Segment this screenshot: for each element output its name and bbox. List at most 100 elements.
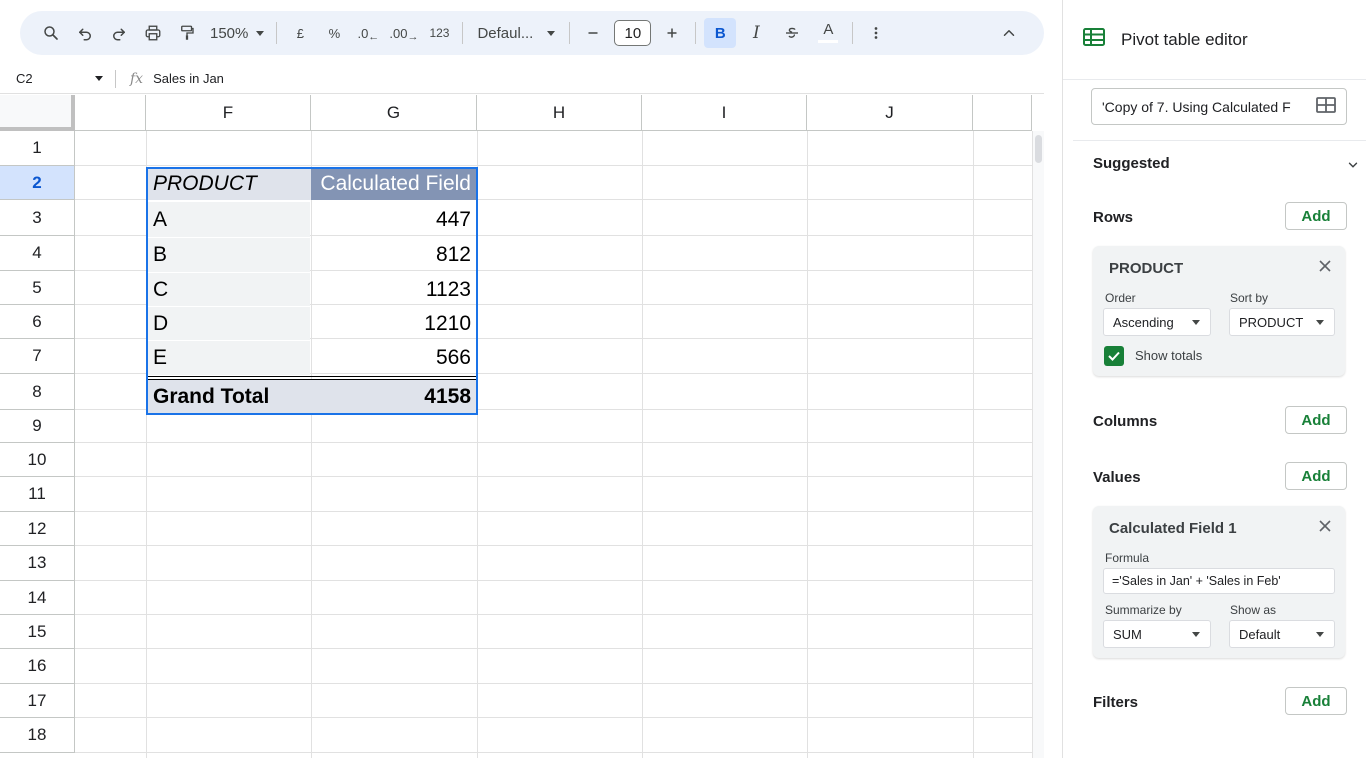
summarize-by-select[interactable]: SUM [1103, 620, 1211, 648]
font-size-increase-button[interactable] [657, 18, 687, 48]
row-header-12[interactable]: 12 [0, 512, 75, 546]
font-size-input[interactable]: 10 [614, 20, 652, 46]
row-header-17[interactable]: 17 [0, 684, 75, 718]
pivot-value-cell[interactable]: 1123 [311, 273, 477, 306]
row-header-13[interactable]: 13 [0, 546, 75, 581]
grid-line [75, 165, 1032, 166]
pivot-value-cell[interactable]: 447 [311, 202, 477, 237]
pivot-product-cell[interactable]: D [147, 307, 310, 340]
font-select[interactable]: Defaul... [469, 25, 563, 42]
text-color-swatch [818, 40, 839, 43]
show-totals-label: Show totals [1135, 348, 1203, 363]
text-color-button[interactable]: A [812, 18, 844, 48]
undo-icon[interactable] [70, 18, 100, 48]
increase-decimal-button[interactable]: .00 → [387, 18, 420, 48]
row-header-7[interactable]: 7 [0, 339, 75, 374]
chevron-down-icon [1192, 631, 1200, 637]
paint-format-icon[interactable] [172, 18, 202, 48]
grand-total-label[interactable]: Grand Total [147, 380, 311, 414]
row-header-4[interactable]: 4 [0, 236, 75, 271]
row-header-3[interactable]: 3 [0, 200, 75, 236]
row-header-14[interactable]: 14 [0, 581, 75, 615]
pivot-product-cell[interactable]: A [147, 202, 310, 237]
chevron-down-icon[interactable] [1346, 158, 1360, 177]
data-range-value: 'Copy of 7. Using Calculated F [1102, 98, 1291, 115]
show-as-value: Default [1239, 626, 1281, 642]
percent-format-button[interactable]: % [319, 18, 349, 48]
bold-button[interactable]: B [704, 18, 737, 48]
close-icon[interactable] [1315, 256, 1335, 276]
value-field-card: Calculated Field 1 Formula ='Sales in Ja… [1093, 506, 1345, 658]
currency-format-button[interactable]: £ [285, 18, 315, 48]
row-header-18[interactable]: 18 [0, 718, 75, 753]
row-header-6[interactable]: 6 [0, 305, 75, 339]
search-icon[interactable] [36, 18, 66, 48]
scrollbar-thumb[interactable] [1035, 135, 1042, 163]
column-header[interactable] [973, 95, 1032, 131]
more-options-icon[interactable] [861, 18, 891, 48]
number-format-button[interactable]: 123 [424, 18, 454, 48]
columns-label: Columns [1093, 413, 1158, 430]
column-header-f[interactable]: F [146, 95, 311, 131]
show-as-select[interactable]: Default [1229, 620, 1335, 648]
row-header-15[interactable]: 15 [0, 615, 75, 649]
column-header-i[interactable]: I [642, 95, 807, 131]
row-header-9[interactable]: 9 [0, 410, 75, 443]
order-select[interactable]: Ascending [1103, 308, 1211, 336]
select-all-corner[interactable] [0, 95, 75, 131]
decrease-decimal-button[interactable]: .0 ← [353, 18, 383, 48]
redo-icon[interactable] [104, 18, 134, 48]
grand-total-value[interactable]: 4158 [311, 380, 477, 414]
pivot-value-cell[interactable]: 1210 [311, 307, 477, 340]
fx-icon: fx [130, 70, 144, 87]
italic-button[interactable]: I [740, 18, 772, 48]
column-header[interactable] [75, 95, 146, 131]
pivot-value-cell[interactable]: 566 [311, 341, 477, 375]
chevron-up-icon[interactable] [994, 18, 1024, 48]
pivot-product-cell[interactable]: C [147, 273, 310, 306]
text-color-label: A [823, 21, 834, 38]
font-size-decrease-button[interactable] [578, 18, 608, 48]
pivot-header-calculated-field[interactable]: Calculated Field [311, 168, 477, 200]
column-header-g[interactable]: G [311, 95, 477, 131]
grid-select-icon[interactable] [1316, 97, 1336, 116]
strikethrough-icon[interactable] [776, 18, 808, 48]
row-header-10[interactable]: 10 [0, 443, 75, 477]
row-header-5[interactable]: 5 [0, 271, 75, 305]
sort-by-label: Sort by [1230, 291, 1269, 305]
grid-line [75, 717, 1032, 718]
pivot-header-product[interactable]: PRODUCT [147, 168, 311, 200]
column-header-j[interactable]: J [807, 95, 973, 131]
row-header-2[interactable]: 2 [0, 166, 75, 200]
formula-field[interactable]: ='Sales in Jan' + 'Sales in Feb' [1103, 568, 1335, 594]
summarize-by-value: SUM [1113, 626, 1142, 642]
pivot-product-cell[interactable]: E [147, 341, 310, 375]
grid-line [75, 648, 1032, 649]
row-header-16[interactable]: 16 [0, 649, 75, 684]
pivot-value-cell[interactable]: 812 [311, 238, 477, 272]
grid-line [75, 614, 1032, 615]
row-header-11[interactable]: 11 [0, 477, 75, 512]
add-filter-button[interactable]: Add [1285, 687, 1347, 715]
add-value-button[interactable]: Add [1285, 462, 1347, 490]
increase-decimal-label: .00 [389, 25, 408, 41]
sort-by-select[interactable]: PRODUCT [1229, 308, 1335, 336]
print-icon[interactable] [138, 18, 168, 48]
add-row-button[interactable]: Add [1285, 202, 1347, 230]
row-header-8[interactable]: 8 [0, 374, 75, 410]
vertical-scrollbar[interactable] [1033, 131, 1044, 758]
suggested-label[interactable]: Suggested [1093, 155, 1170, 172]
column-header-h[interactable]: H [477, 95, 642, 131]
name-box[interactable]: C2 [0, 69, 116, 88]
formula-input[interactable]: Sales in Jan [153, 71, 224, 86]
close-icon[interactable] [1315, 516, 1335, 536]
arrow-left-icon: ← [368, 31, 380, 43]
grid-line [75, 442, 1032, 443]
row-header-1[interactable]: 1 [0, 131, 75, 166]
pivot-product-cell[interactable]: B [147, 238, 310, 272]
add-column-button[interactable]: Add [1285, 406, 1347, 434]
grid-line [477, 131, 478, 758]
zoom-select[interactable]: 150% [204, 25, 270, 42]
show-totals-checkbox[interactable] [1104, 346, 1124, 366]
data-range-input[interactable]: 'Copy of 7. Using Calculated F [1091, 88, 1347, 125]
